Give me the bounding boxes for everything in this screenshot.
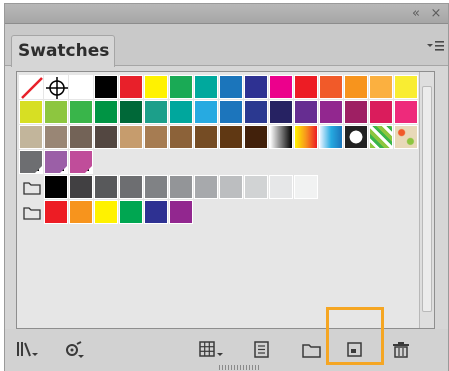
color-swatch[interactable] bbox=[44, 200, 68, 224]
tab-row: Swatches bbox=[5, 24, 448, 67]
show-swatch-kinds-icon[interactable] bbox=[62, 339, 88, 361]
color-swatch[interactable] bbox=[169, 75, 193, 99]
global-color-swatch[interactable] bbox=[69, 150, 93, 174]
pattern-swatch[interactable] bbox=[394, 125, 418, 149]
swatch-libraries-menu-icon[interactable] bbox=[15, 339, 49, 361]
gradient-swatch[interactable] bbox=[294, 125, 318, 149]
panel-toolbar bbox=[5, 307, 448, 371]
color-swatch[interactable] bbox=[44, 125, 68, 149]
color-swatch[interactable] bbox=[119, 100, 143, 124]
color-swatch[interactable] bbox=[69, 125, 93, 149]
color-swatch[interactable] bbox=[69, 175, 93, 199]
color-swatch[interactable] bbox=[219, 125, 243, 149]
new-swatch-icon[interactable] bbox=[342, 339, 368, 361]
color-swatch[interactable] bbox=[44, 175, 68, 199]
gradient-swatch[interactable] bbox=[319, 125, 343, 149]
scrollbar[interactable] bbox=[419, 72, 434, 328]
radial-gradient-swatch[interactable] bbox=[344, 125, 368, 149]
resize-grip[interactable] bbox=[219, 365, 259, 370]
color-swatch[interactable] bbox=[144, 175, 168, 199]
color-swatch[interactable] bbox=[19, 100, 43, 124]
color-swatch[interactable] bbox=[119, 175, 143, 199]
color-swatch[interactable] bbox=[319, 100, 343, 124]
color-swatch[interactable] bbox=[369, 75, 393, 99]
registration-swatch[interactable] bbox=[44, 75, 68, 99]
color-swatch[interactable] bbox=[94, 200, 118, 224]
scrollbar-thumb[interactable] bbox=[422, 86, 432, 312]
color-swatch[interactable] bbox=[219, 100, 243, 124]
color-swatch[interactable] bbox=[294, 75, 318, 99]
color-swatch[interactable] bbox=[44, 100, 68, 124]
color-swatch[interactable] bbox=[194, 175, 218, 199]
none-swatch[interactable] bbox=[19, 75, 43, 99]
close-icon[interactable]: × bbox=[427, 5, 445, 23]
panel-menu-icon[interactable] bbox=[424, 36, 446, 56]
color-swatch[interactable] bbox=[244, 100, 268, 124]
color-swatch[interactable] bbox=[269, 75, 293, 99]
color-swatch[interactable] bbox=[194, 75, 218, 99]
color-swatch[interactable] bbox=[169, 200, 193, 224]
color-swatch[interactable] bbox=[344, 100, 368, 124]
swatch-options-icon[interactable] bbox=[196, 339, 232, 361]
new-color-group-icon[interactable] bbox=[249, 339, 275, 361]
color-swatch[interactable] bbox=[119, 200, 143, 224]
folder-icon[interactable] bbox=[299, 339, 325, 361]
color-swatch[interactable] bbox=[344, 75, 368, 99]
color-swatch[interactable] bbox=[169, 125, 193, 149]
color-swatch[interactable] bbox=[69, 200, 93, 224]
color-swatch[interactable] bbox=[94, 100, 118, 124]
color-swatch[interactable] bbox=[244, 125, 268, 149]
swatch-grid bbox=[16, 71, 435, 329]
swatches-panel: « × Swatches bbox=[4, 3, 449, 371]
trash-icon[interactable] bbox=[388, 339, 414, 361]
color-swatch[interactable] bbox=[194, 100, 218, 124]
color-swatch[interactable] bbox=[319, 75, 343, 99]
panel-title-bar[interactable]: « × bbox=[5, 4, 448, 24]
global-color-swatch[interactable] bbox=[44, 150, 68, 174]
color-swatch[interactable] bbox=[119, 125, 143, 149]
color-swatch[interactable] bbox=[394, 75, 418, 99]
color-swatch[interactable] bbox=[244, 175, 268, 199]
color-swatch[interactable] bbox=[69, 75, 93, 99]
color-swatch[interactable] bbox=[269, 175, 293, 199]
color-swatch[interactable] bbox=[94, 75, 118, 99]
folder-icon[interactable] bbox=[19, 175, 43, 199]
color-swatch[interactable] bbox=[144, 200, 168, 224]
color-swatch[interactable] bbox=[219, 175, 243, 199]
color-swatch[interactable] bbox=[94, 125, 118, 149]
color-swatch[interactable] bbox=[144, 75, 168, 99]
color-swatch[interactable] bbox=[294, 100, 318, 124]
color-swatch[interactable] bbox=[144, 100, 168, 124]
color-swatch[interactable] bbox=[219, 75, 243, 99]
color-swatch[interactable] bbox=[144, 125, 168, 149]
folder-icon[interactable] bbox=[19, 200, 43, 224]
pattern-swatch[interactable] bbox=[369, 125, 393, 149]
color-swatch[interactable] bbox=[69, 100, 93, 124]
double-chevron-left-icon[interactable]: « bbox=[407, 5, 425, 23]
color-swatch[interactable] bbox=[94, 175, 118, 199]
color-swatch[interactable] bbox=[119, 75, 143, 99]
global-color-swatch[interactable] bbox=[19, 150, 43, 174]
gradient-swatch[interactable] bbox=[269, 125, 293, 149]
color-swatch[interactable] bbox=[19, 125, 43, 149]
tab-swatches[interactable]: Swatches bbox=[11, 35, 115, 67]
color-swatch[interactable] bbox=[294, 175, 318, 199]
color-swatch[interactable] bbox=[244, 75, 268, 99]
color-swatch[interactable] bbox=[194, 125, 218, 149]
color-swatch[interactable] bbox=[169, 100, 193, 124]
color-swatch[interactable] bbox=[394, 100, 418, 124]
color-swatch[interactable] bbox=[269, 100, 293, 124]
color-swatch[interactable] bbox=[369, 100, 393, 124]
color-swatch[interactable] bbox=[169, 175, 193, 199]
